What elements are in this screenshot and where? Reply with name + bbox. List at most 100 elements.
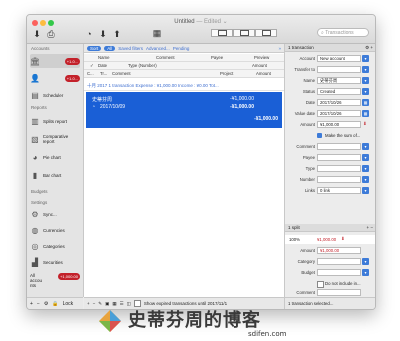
view-center-button[interactable] [233, 29, 255, 37]
chevron-down-icon[interactable]: ▾ [362, 77, 369, 84]
remove-icon[interactable]: − [37, 301, 40, 307]
add-transaction-icon[interactable]: + [87, 301, 90, 306]
calendar-icon[interactable]: ▦ [362, 99, 369, 106]
status-select[interactable]: Created [317, 88, 361, 95]
payee-select[interactable] [317, 154, 361, 161]
lock-label[interactable]: Lock [63, 301, 74, 307]
number-input[interactable] [317, 176, 361, 183]
window-title: Untitled — Edited ⌄ [174, 19, 228, 25]
print-icon[interactable]: ⎙ [45, 28, 57, 40]
split-row[interactable]: 100% ¥1,000.00 ⬇ [285, 235, 375, 244]
column-project[interactable]: Project [220, 71, 233, 76]
field-amount-split: Amount ¥1,000.00 [285, 246, 375, 255]
column-type[interactable]: Type (Number) [128, 63, 157, 68]
account-select[interactable]: New account [317, 55, 361, 62]
field-name: Name 史蒂芬周 ▾ [285, 76, 375, 85]
view-segmented-control[interactable] [211, 29, 277, 37]
type-select[interactable] [317, 165, 361, 172]
comment-input[interactable] [317, 143, 361, 150]
show-expired-checkbox[interactable] [133, 300, 141, 307]
gear-icon[interactable]: ⚙ [44, 301, 48, 307]
lock-icon[interactable]: 🔒 [52, 301, 58, 307]
arrow-up-icon[interactable]: ⬆ [111, 28, 123, 40]
column-comment[interactable]: Comment [156, 55, 175, 60]
sort-button[interactable]: Sort [87, 45, 102, 51]
chevron-down-icon[interactable]: ▾ [362, 66, 369, 73]
camera-icon[interactable]: ▣ [105, 301, 109, 307]
compare-icon: ▧ [31, 134, 39, 144]
chevron-down-icon[interactable]: ▾ [362, 88, 369, 95]
make-sum-checkbox[interactable] [317, 133, 322, 138]
saved-filters-menu[interactable]: Saved filters [118, 46, 143, 51]
split-amount-input[interactable]: ¥1,000.00 [317, 247, 361, 254]
sidebar-item-scheduler[interactable]: ▤ Scheduler [30, 88, 80, 102]
account-balance-badge: +1.0... [64, 74, 80, 82]
remove-transaction-icon[interactable]: − [93, 301, 96, 306]
value-date-input[interactable]: 2017/10/26 [317, 110, 361, 117]
field-status: Status Created ▾ [285, 87, 375, 96]
sidebar-item-pie-chart[interactable]: ◕ Pie chart [30, 150, 80, 164]
search-field[interactable]: ⌕ Transactions [317, 28, 369, 37]
field-label: Type [305, 166, 315, 171]
date-input[interactable]: 2017/10/26 [317, 99, 361, 106]
column-payee[interactable]: Payee [211, 55, 223, 60]
sidebar-item-categories[interactable]: ◎ Categories [30, 239, 80, 253]
chevron-down-icon[interactable]: ▾ [362, 258, 369, 265]
chevron-down-icon[interactable]: ▾ [362, 143, 369, 150]
pending-filter-button[interactable]: Pending [173, 46, 190, 51]
calendar-icon[interactable]: ▦ [362, 110, 369, 117]
view-left-button[interactable] [211, 29, 233, 37]
add-icon[interactable]: + [30, 301, 33, 307]
column-c[interactable]: C... [87, 71, 94, 76]
arrow-down-icon[interactable]: ⬇ [363, 121, 367, 127]
all-filter-button[interactable]: All [104, 45, 116, 51]
column-comment-2[interactable]: Comment [112, 71, 131, 76]
links-select[interactable]: 0 link [317, 187, 361, 194]
expand-icon[interactable]: » [278, 46, 281, 51]
view-right-button[interactable] [255, 29, 277, 37]
budget-select[interactable] [317, 269, 361, 276]
chevron-down-icon[interactable]: ▾ [362, 154, 369, 161]
sidebar-item-all-accounts[interactable]: All accou nts +1,000.00 [30, 273, 80, 291]
sidebar-item-securities[interactable]: ▟ Securities [30, 255, 80, 269]
sidebar-item-splits-report[interactable]: ▥ Splits report [30, 114, 80, 128]
add-split-icon[interactable]: + − [366, 225, 373, 230]
arrow-down-icon[interactable]: ⬇ [97, 28, 109, 40]
chevron-down-icon[interactable]: ▾ [362, 269, 369, 276]
chevron-down-icon[interactable]: ▾ [362, 176, 369, 183]
list-icon[interactable]: ☰ [120, 301, 124, 307]
column-amount[interactable]: Amount [252, 63, 267, 68]
chart-icon[interactable]: ◫ [127, 301, 131, 307]
sidebar-account-1[interactable]: 🏛 +1.0... [30, 54, 80, 68]
sidebar-account-2[interactable]: 👤 +1.0... [30, 71, 80, 85]
sidebar-item-comparative-report[interactable]: ▧ Comparative report [30, 132, 80, 146]
grid-icon[interactable]: ▦ [112, 301, 116, 307]
sidebar-item-sync[interactable]: ⚙ Sync... [30, 207, 80, 221]
split-comment-input[interactable] [317, 289, 361, 296]
advanced-filter-button[interactable]: Advanced... [146, 46, 170, 51]
column-tr[interactable]: Tr... [100, 71, 107, 76]
gear-icon[interactable]: ⚙ + [365, 45, 373, 51]
not-included-checkbox[interactable] [317, 281, 324, 288]
column-amount-2[interactable]: Amount [256, 71, 271, 76]
transfer-to-select[interactable] [317, 66, 361, 73]
app-window: Untitled — Edited ⌄ ⬇ ⎙ ◔ ⬇ ⬆ ▦ ⌕ Transa… [26, 14, 376, 310]
column-date[interactable]: Date [98, 63, 107, 68]
sidebar-item-currencies[interactable]: ◍ Currencies [30, 223, 80, 237]
transaction-row[interactable]: 史蒂芬周 ◔ 2017/10/09 -¥1,000.00 -¥1,000.00 … [86, 92, 282, 128]
calculator-icon[interactable]: ▦ [151, 27, 163, 39]
field-label: Amount [300, 248, 315, 253]
download-icon[interactable]: ⬇ [31, 28, 43, 40]
sidebar-item-bar-chart[interactable]: ▮ Bar chart [30, 168, 80, 182]
name-input[interactable]: 史蒂芬周 [317, 77, 361, 84]
column-preview[interactable]: Preview [254, 55, 269, 60]
amount-input[interactable]: ¥1,000.00 [317, 121, 361, 128]
month-group-row[interactable]: 十月 2017 1 transaction Expense : ¥1,000.0… [84, 82, 284, 91]
category-select[interactable] [317, 258, 361, 265]
chevron-down-icon[interactable]: ▾ [362, 165, 369, 172]
clock-icon[interactable]: ◔ [83, 28, 95, 40]
edit-icon[interactable]: ✎ [98, 301, 102, 307]
chevron-down-icon[interactable]: ▾ [362, 187, 369, 194]
chevron-down-icon[interactable]: ▾ [362, 55, 369, 62]
column-name[interactable]: Name [98, 55, 109, 60]
